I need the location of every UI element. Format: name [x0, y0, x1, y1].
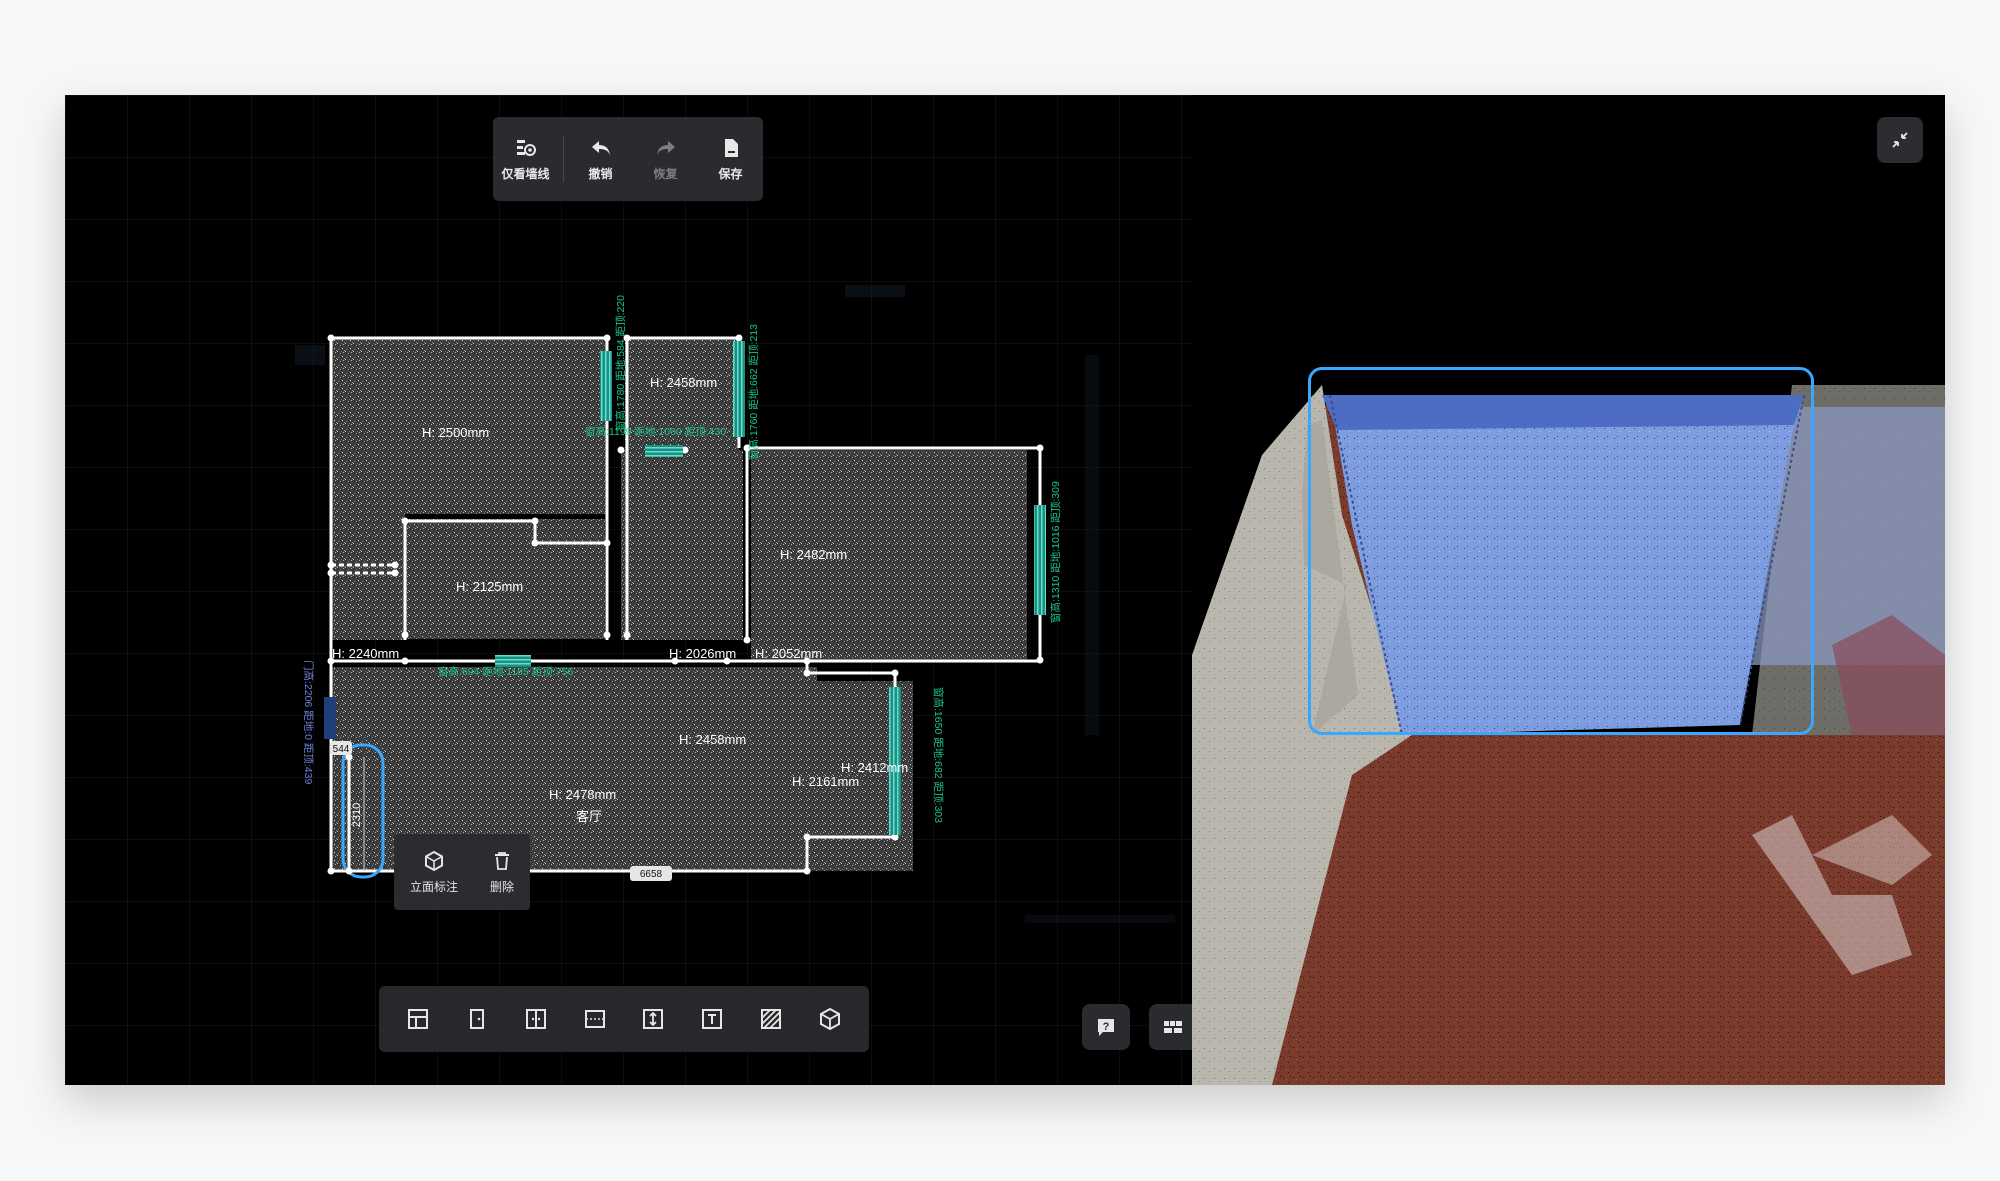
layout-toggle-button[interactable] [1149, 1004, 1192, 1050]
room-name-living-room: 客厅 [576, 809, 602, 824]
redo-icon [656, 140, 675, 155]
room-label-bedroom-1: H: 2500mm [422, 425, 489, 440]
undo-label: 撤销 [588, 166, 613, 181]
3d-cube-tool-button[interactable] [808, 997, 852, 1041]
height-measure-tool-button[interactable] [631, 997, 675, 1041]
room-corridor[interactable] [331, 514, 405, 640]
room-label-small-top: H: 2458mm [650, 375, 717, 390]
delete-label: 删除 [489, 879, 514, 894]
text-tool-icon [702, 1009, 723, 1029]
annotation-door-left: 门高:2206 距地:0 距顶:439 [302, 660, 315, 784]
wall-context-menu: 立面标注 删除 [394, 834, 530, 910]
3d-view-pane[interactable] [1192, 95, 1945, 1085]
delete-icon [494, 851, 509, 870]
selected-wall-3d-highlight[interactable] [1308, 367, 1814, 735]
height-measure-tool-icon [643, 1009, 664, 1029]
room-kitchen[interactable] [621, 450, 743, 640]
top-toolbar: 仅看墙线 撤销 恢复 保存 [493, 117, 763, 201]
room-label-bedroom-2: H: 2482mm [780, 547, 847, 562]
save-button[interactable]: 保存 [703, 127, 759, 191]
floor-plan-canvas[interactable]: H: 2500mm H: 2458mm H: 2125mm H: 2482mm … [65, 95, 1192, 1085]
room-label-kitchen: H: 2026mm [669, 646, 736, 661]
dimension-selected-wall: 2310 [351, 803, 363, 827]
floor-plan-pane[interactable]: H: 2500mm H: 2458mm H: 2125mm H: 2482mm … [65, 95, 1192, 1085]
help-icon: ? [1098, 1019, 1114, 1036]
double-door-tool-button[interactable] [514, 997, 558, 1041]
room-label-entry: H: 2052mm [755, 646, 822, 661]
room-tool-button[interactable] [396, 997, 440, 1041]
door-tool-button[interactable] [455, 997, 499, 1041]
elevation-annotation-label: 立面标注 [409, 879, 458, 894]
room-label-bathroom: H: 2125mm [456, 579, 523, 594]
elevation-annotation-icon [424, 850, 443, 871]
redo-button[interactable]: 恢复 [638, 127, 694, 191]
app-window: H: 2500mm H: 2458mm H: 2125mm H: 2482mm … [65, 95, 1945, 1085]
layout-grid-icon [1164, 1021, 1182, 1033]
window-right-top-vertical[interactable] [733, 341, 745, 437]
room-label-balcony-inner: H: 2161mm [792, 774, 859, 789]
room-tool-icon [408, 1009, 429, 1029]
annotation-window-lower-right: 窗高:1650 距地:682 距顶:303 [932, 687, 945, 823]
annotation-window-bottom-center: 窗高:694 距地:1185 距顶:756 [438, 665, 573, 678]
svg-text:?: ? [1103, 1021, 1110, 1033]
annotation-window-top-center: 窗高:1199 距地:1000 距顶:430 [585, 425, 726, 438]
help-button[interactable]: ? [1082, 1004, 1130, 1050]
room-label-dining: H: 2458mm [679, 732, 746, 747]
save-icon [724, 138, 738, 157]
delete-button[interactable]: 删除 [490, 850, 514, 895]
wall-lines-only-button[interactable]: 仅看墙线 [498, 127, 554, 191]
wall-lines-only-label: 仅看墙线 [501, 166, 550, 181]
toolbar-divider [562, 136, 564, 182]
window-tool-button[interactable] [573, 997, 617, 1041]
undo-icon [591, 140, 610, 155]
double-door-tool-icon [525, 1009, 546, 1029]
drawing-toolbar [379, 986, 869, 1052]
window-left-vertical[interactable] [600, 351, 612, 421]
redo-label: 恢复 [653, 166, 678, 181]
collapse-icon [1892, 132, 1908, 148]
save-label: 保存 [718, 166, 743, 181]
room-fills [331, 338, 1027, 871]
annotation-window-right-top: 窗高:1760 距地:662 距顶:213 [747, 324, 760, 460]
window-top-center[interactable] [645, 445, 683, 457]
hatch-tool-icon [760, 1009, 781, 1029]
hatch-tool-button[interactable] [749, 997, 793, 1041]
room-label-balcony: H: 2412mm [841, 760, 908, 775]
door-tool-icon [470, 1009, 485, 1029]
wall-lines-view-icon [516, 139, 536, 156]
window-tool-icon [584, 1010, 605, 1028]
undo-button[interactable]: 撤销 [573, 127, 629, 191]
elevation-annotation-button[interactable]: 立面标注 [410, 850, 458, 895]
text-tool-button[interactable] [690, 997, 734, 1041]
room-label-living-room: H: 2478mm [549, 787, 616, 802]
annotation-window-left: 窗高:1780 距地:584 距顶:220 [614, 295, 627, 431]
collapse-view-button[interactable] [1877, 117, 1923, 163]
dimension-bottom-wall: 6658 [640, 869, 663, 880]
room-label-corridor: H: 2240mm [332, 646, 399, 661]
door-left[interactable] [324, 697, 336, 739]
dimension-small: 544 [333, 744, 350, 755]
annotation-window-right-room: 窗高:1310 距地:1016 距顶:309 [1049, 481, 1062, 623]
window-right-room[interactable] [1034, 505, 1046, 615]
3d-cube-tool-icon [819, 1007, 840, 1031]
